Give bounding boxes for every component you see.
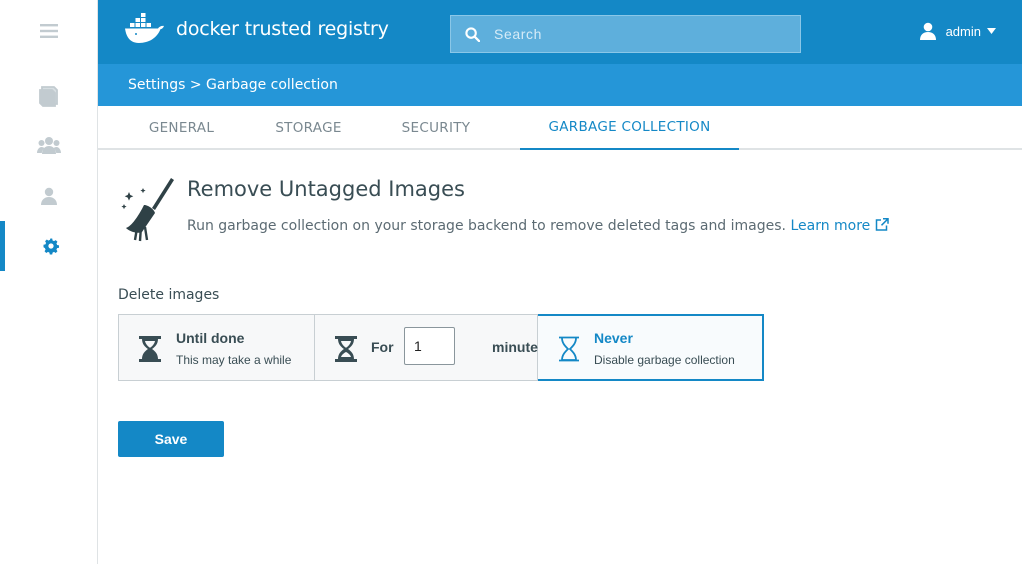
settings-tabs: GENERAL STORAGE SECURITY GARBAGE COLLECT… — [98, 106, 1022, 150]
left-nav-rail — [0, 0, 98, 564]
tab-garbage-collection[interactable]: GARBAGE COLLECTION — [520, 106, 739, 150]
hourglass-icon — [335, 336, 357, 362]
delete-images-options: Until done This may take a while For min… — [118, 314, 764, 381]
breadcrumb-text: Settings > Garbage collection — [128, 77, 338, 93]
settings-icon[interactable] — [0, 221, 97, 271]
chevron-down-icon — [987, 28, 996, 34]
search-box[interactable] — [450, 15, 801, 53]
top-header: docker trusted registry admin — [98, 0, 1022, 64]
hourglass-icon — [139, 336, 161, 362]
search-icon — [465, 26, 480, 42]
docker-logo[interactable]: docker trusted registry — [124, 13, 389, 45]
option-never-subtitle: Disable garbage collection — [594, 353, 735, 367]
description-text: Run garbage collection on your storage b… — [187, 218, 786, 234]
save-button[interactable]: Save — [118, 421, 224, 457]
option-until-done[interactable]: Until done This may take a while — [118, 314, 315, 381]
repositories-icon[interactable] — [0, 71, 97, 121]
option-never[interactable]: Never Disable garbage collection — [538, 314, 764, 381]
learn-more-label: Learn more — [790, 218, 871, 234]
tab-storage[interactable]: STORAGE — [265, 106, 352, 150]
hourglass-outline-icon — [559, 336, 579, 362]
option-until-done-subtitle: This may take a while — [176, 353, 292, 367]
user-name: admin — [945, 23, 981, 39]
menu-icon[interactable] — [0, 6, 97, 56]
user-icon — [919, 22, 936, 40]
search-input[interactable] — [494, 26, 784, 42]
broom-icon — [121, 178, 174, 242]
page-title: Remove Untagged Images — [187, 177, 465, 201]
users-icon[interactable] — [0, 171, 97, 221]
tab-security[interactable]: SECURITY — [352, 106, 520, 150]
page-description: Run garbage collection on your storage b… — [187, 218, 889, 234]
option-for-label: For — [371, 339, 394, 355]
option-for-minutes[interactable]: For minutes — [315, 314, 546, 381]
organizations-icon[interactable] — [0, 121, 97, 171]
breadcrumb: Settings > Garbage collection — [98, 64, 1022, 106]
option-until-done-title: Until done — [176, 330, 245, 346]
learn-more-link[interactable]: Learn more — [790, 218, 889, 234]
app-title: docker trusted registry — [176, 18, 389, 40]
user-menu[interactable]: admin — [919, 22, 996, 40]
delete-images-label: Delete images — [118, 287, 220, 303]
option-never-title: Never — [594, 330, 633, 346]
external-link-icon — [875, 218, 889, 231]
tab-general[interactable]: GENERAL — [98, 106, 265, 150]
docker-whale-icon — [125, 13, 164, 43]
minutes-input[interactable] — [404, 327, 455, 365]
